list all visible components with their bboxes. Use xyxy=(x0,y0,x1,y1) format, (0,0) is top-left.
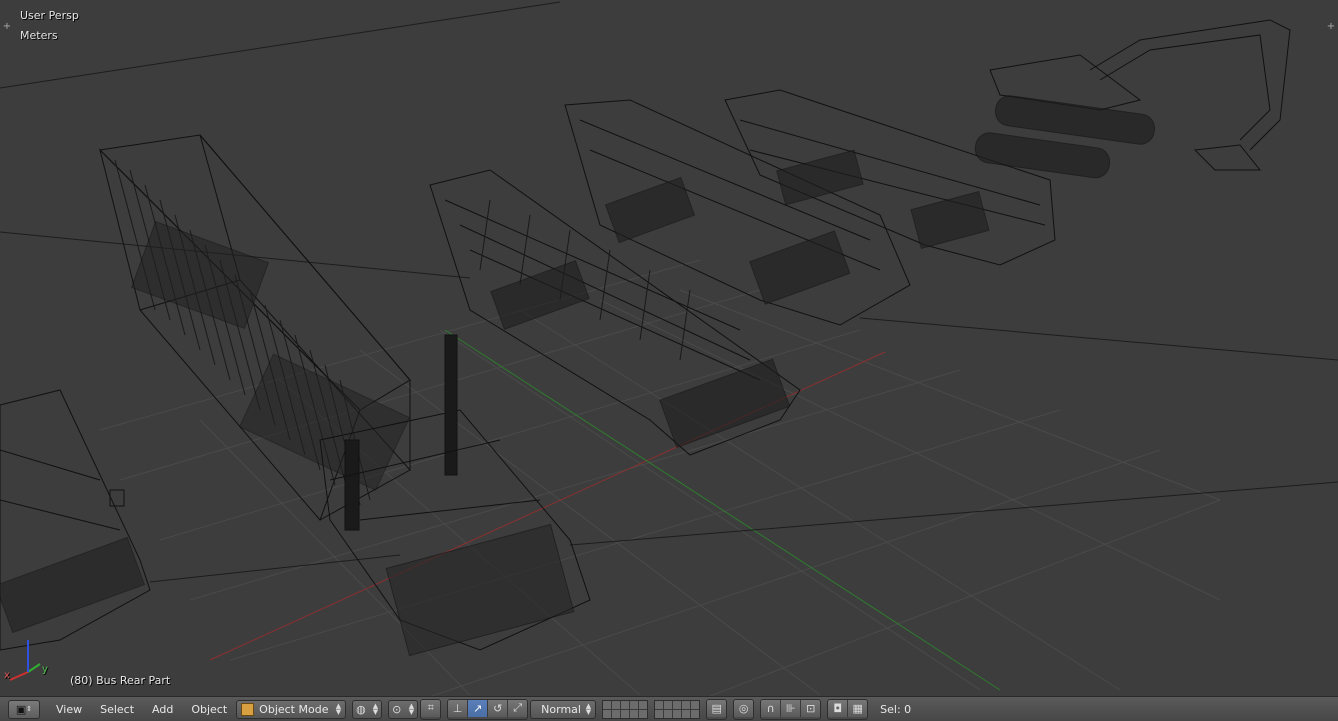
proportional-edit-icon[interactable]: ◎ xyxy=(734,699,754,717)
orientation-label: Normal xyxy=(541,702,581,716)
clapperboard-icon[interactable]: ▦ xyxy=(848,699,868,717)
3d-view-header: ▣ ⇕ View Select Add Object Object Mode ▲ ▼… xyxy=(0,696,1338,721)
snap-element-icon[interactable]: ⌗ xyxy=(421,699,441,717)
selection-count: Sel: 0 xyxy=(880,702,912,716)
gizmo-x-label: x xyxy=(4,670,10,681)
truck-trailer-wireframe xyxy=(98,134,411,521)
units-label: Meters xyxy=(20,29,58,42)
dropdown-arrows-icon: ▲ ▼ xyxy=(408,702,415,716)
transform-orientation-select[interactable]: Normal ▲ ▼ xyxy=(530,699,597,719)
cube-icon xyxy=(241,702,255,716)
bus-middle-wireframe xyxy=(564,99,911,326)
bus-left-wireframe xyxy=(0,389,151,651)
selected-object-label: (80) Bus Rear Part xyxy=(70,674,171,687)
lock-layers-group: ▤ xyxy=(706,698,728,720)
layers-right-grid[interactable] xyxy=(654,699,701,719)
proportional-edit-group: ◎ xyxy=(733,698,755,720)
mode-select[interactable]: Object Mode ▲ ▼ xyxy=(236,699,347,719)
rotate-manipulator-icon[interactable]: ↺ xyxy=(488,699,509,717)
manipulator-toggle-icon[interactable]: ⊥ xyxy=(448,699,469,717)
viewport-shading-select[interactable]: ◍ ▲ ▼ xyxy=(352,699,383,719)
lock-layers-icon[interactable]: ▤ xyxy=(707,699,727,717)
menu-object[interactable]: Object xyxy=(191,703,227,716)
dropdown-arrows-icon: ▲ ▼ xyxy=(372,702,379,716)
area-split-icon[interactable]: + xyxy=(2,22,12,32)
translate-manipulator-icon[interactable]: ↗ xyxy=(468,699,489,717)
editor-type-button[interactable]: ▣ ⇕ xyxy=(8,699,40,719)
excavator-wireframe xyxy=(974,19,1291,179)
sphere-icon: ◍ xyxy=(356,702,366,716)
mode-select-label: Object Mode xyxy=(259,702,329,716)
dropdown-arrows-icon: ▲ ▼ xyxy=(335,702,342,716)
pivot-point-select[interactable]: ⊙ ▲ ▼ xyxy=(388,699,419,719)
pivot-icon: ⊙ xyxy=(392,702,402,716)
camera-icon[interactable]: ◘ xyxy=(828,699,849,717)
floor-grid xyxy=(99,259,1221,696)
3d-view-icon: ▣ xyxy=(15,702,27,716)
magnet-icon[interactable]: ∩ xyxy=(761,699,782,717)
menu-select[interactable]: Select xyxy=(100,703,134,716)
truck-cab-wireframe xyxy=(319,334,591,657)
scale-manipulator-icon[interactable]: ⤢ xyxy=(508,699,528,717)
layers-left-grid[interactable] xyxy=(602,699,649,719)
gizmo-y-label: y xyxy=(42,664,48,675)
dropdown-arrows-icon: ▲ ▼ xyxy=(585,702,592,716)
area-split-icon[interactable]: + xyxy=(1326,22,1336,32)
snap-mode-icon[interactable]: ⊪ xyxy=(781,699,802,717)
menu-view[interactable]: View xyxy=(56,703,82,716)
render-group: ◘ ▦ xyxy=(827,698,869,720)
viewport-canvas[interactable] xyxy=(0,0,1338,696)
manipulator-group: ⊥ ↗ ↺ ⤢ xyxy=(447,698,529,720)
view-name-label: User Persp xyxy=(20,9,79,22)
menu-add[interactable]: Add xyxy=(152,703,173,716)
snap-target-icon[interactable]: ⊡ xyxy=(801,699,821,717)
snap-toggle-group: ⌗ xyxy=(420,698,442,720)
snap-group: ∩ ⊪ ⊡ xyxy=(760,698,822,720)
3d-viewport[interactable]: + + User Persp Meters (80) Bus Rear Part… xyxy=(0,0,1338,696)
